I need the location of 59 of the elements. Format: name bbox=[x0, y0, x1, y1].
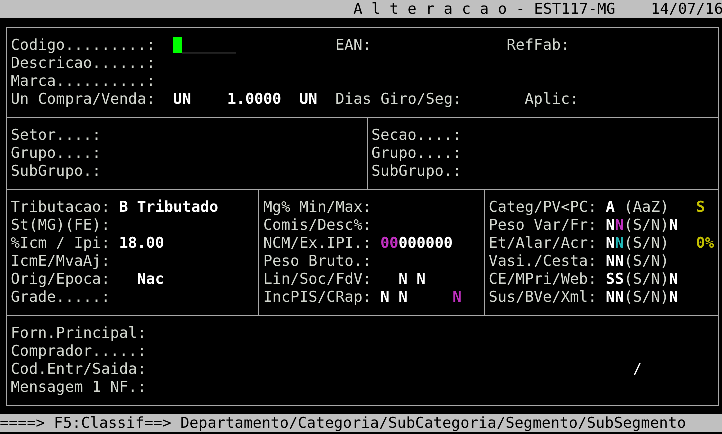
field-value: 18.00 bbox=[119, 234, 164, 252]
field-label: Grupo....: bbox=[372, 144, 462, 162]
field-value: NN(S/N) bbox=[606, 252, 670, 270]
field-label: EAN: bbox=[336, 36, 372, 54]
field-value: Nac bbox=[137, 270, 164, 288]
field-label: Secao....: bbox=[372, 126, 462, 144]
field-label: IncPIS/CRap: bbox=[263, 288, 372, 306]
field-value: / bbox=[633, 360, 642, 378]
field-value: 1.0000 bbox=[227, 90, 282, 108]
field-value: N bbox=[452, 288, 462, 306]
field-label: Descricao......: bbox=[11, 54, 156, 72]
field-label: Categ/PV<PC: bbox=[488, 198, 598, 216]
field-value: NN(S/N)N bbox=[606, 288, 678, 306]
field-label: Aplic: bbox=[524, 90, 580, 108]
field-label: Sus/BVe/Xml: bbox=[488, 288, 598, 306]
field-label: SubGrupo.: bbox=[11, 162, 102, 180]
field-label: Comis/Desc%: bbox=[263, 216, 372, 234]
window-title: A l t e r a c a o - EST117-MG bbox=[354, 0, 616, 18]
field-label: %Icm / Ipi: bbox=[11, 234, 110, 252]
field-label: Un Compra/Venda: bbox=[11, 90, 156, 108]
field-value: NN(S/N)N bbox=[606, 216, 678, 234]
field-label: Vasi./Cesta: bbox=[488, 252, 598, 270]
field-value: UN bbox=[300, 90, 318, 108]
field-label: CE/MPri/Web: bbox=[488, 270, 598, 288]
field-label: Grupo....: bbox=[11, 144, 102, 162]
field-value: SS(S/N)N bbox=[606, 270, 678, 288]
field-label: SubGrupo.: bbox=[372, 162, 462, 180]
date-text: 14/07/16 bbox=[651, 0, 722, 18]
field-value: S bbox=[696, 198, 706, 216]
field-label: IcmE/MvaAj: bbox=[11, 252, 110, 270]
input-field[interactable]: ______ bbox=[173, 36, 236, 54]
field-label: Mg% Min/Max: bbox=[263, 198, 372, 216]
field-value: B Tributado bbox=[119, 198, 219, 216]
field-value: 00000000 bbox=[380, 234, 453, 252]
field-label: Setor....: bbox=[11, 126, 102, 144]
field-label: Marca..........: bbox=[11, 72, 156, 90]
field-label: Codigo.........: bbox=[11, 36, 156, 54]
field-label: Forn.Principal: bbox=[11, 324, 146, 342]
field-label: RefFab: bbox=[506, 36, 570, 54]
field-label: Peso Bruto.: bbox=[263, 252, 372, 270]
status-bar: ====> F5:Classif==> Departamento/Categoria/SubCategoria/Segmento/SubSegmento bbox=[0, 414, 722, 432]
field-value: NN(S/N) bbox=[606, 234, 670, 252]
field-label: St(MG)(FE): bbox=[11, 216, 110, 234]
field-label: Lin/Soc/FdV: bbox=[263, 270, 372, 288]
field-value: UN bbox=[173, 90, 192, 108]
field-value: N N bbox=[380, 288, 408, 306]
field-label: Grade.....: bbox=[11, 288, 110, 306]
field-label: Comprador.....: bbox=[11, 342, 146, 360]
field-label: Dias Giro/Seg: bbox=[336, 90, 462, 108]
field-label: NCM/Ex.IPI.: bbox=[263, 234, 372, 252]
field-label: Et/Alar/Acr: bbox=[488, 234, 598, 252]
field-label: Cod.Entr/Saida: bbox=[11, 360, 146, 378]
field-label: Peso Var/Fr: bbox=[488, 216, 598, 234]
field-label: Tributacao: bbox=[11, 198, 110, 216]
field-value: 0% bbox=[696, 234, 714, 252]
field-value: A (AaZ) bbox=[606, 198, 670, 216]
field-label: Mensagem 1 NF.: bbox=[11, 378, 146, 396]
field-label: Orig/Epoca: bbox=[11, 270, 110, 288]
field-value: N N bbox=[398, 270, 426, 288]
